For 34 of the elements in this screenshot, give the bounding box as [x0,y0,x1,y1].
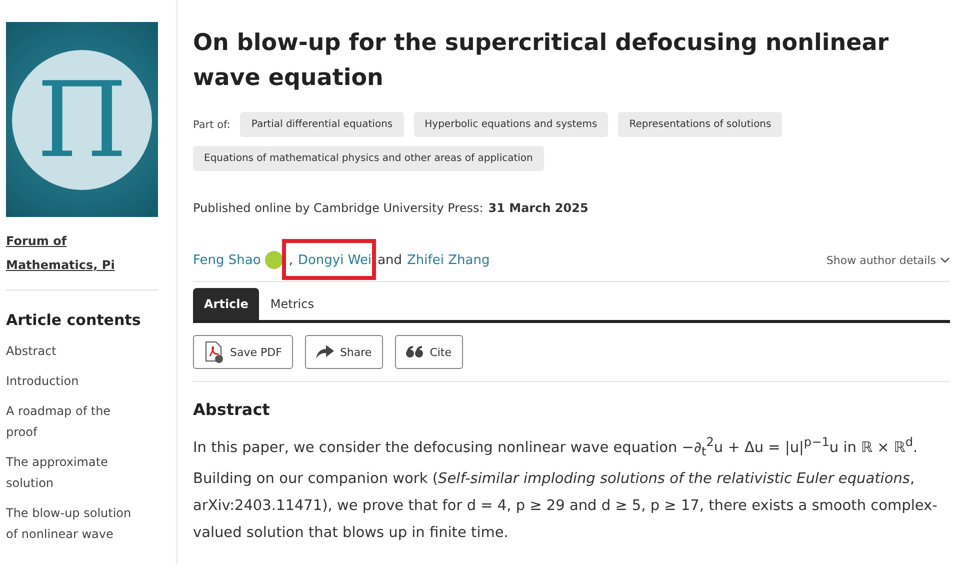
contents-link[interactable]: The approximate solution [6,452,141,494]
subject-tag[interactable]: Hyperbolic equations and systems [414,112,608,137]
abstract-text: In this paper, we consider the defocusing nonlinear wave equation −∂$_{t}$$^{2}$u + Δu = |u|$^{p−1}$u in ℝ × ℝ$^{d}$. Building on our companion work (Self-similar imploding solutions of the relativistic Euler equations, arXiv:2403.11471), we prove that for d = 4, p ≥ 29 and d ≥ 5, p ≥ 17, there exists a smooth complex-valued solution that blows up in finite time. [193,434,938,543]
published-label: Published online by Cambridge University Press: [193,201,484,215]
contents-heading: Article contents [6,311,142,329]
author-link[interactable]: Dongyi Wei [298,252,372,268]
contents-link[interactable]: Introduction [6,371,141,392]
quote-icon [406,346,424,358]
author-link[interactable]: Feng Shao [193,252,261,268]
contents-link[interactable]: Abstract [6,341,141,362]
subject-tag[interactable]: Partial differential equations [240,112,404,137]
cover-logo: Π [12,50,152,190]
abstract-heading: Abstract [193,400,271,419]
chevron-down-icon [940,257,950,263]
journal-link[interactable]: Forum of Mathematics, Pi [6,229,158,277]
orcid-icon[interactable] [264,251,283,269]
tab[interactable]: Article [193,288,260,320]
contents-link[interactable]: The blow-up solution of nonlinear wave [6,503,141,545]
pdf-icon [204,341,224,363]
subject-tag[interactable]: Representations of solutions [618,112,782,137]
subject-tag[interactable]: Equations of mathematical physics and other areas of application [193,146,544,171]
share-arrow-icon [316,345,334,359]
contents-link[interactable]: A roadmap of the proof [6,401,141,443]
tab[interactable]: Metrics [259,288,325,320]
part-of-label: Part of: [193,118,230,130]
article-title: On blow-up for the supercritical defocusing nonlinear wave equation [193,29,890,93]
author-link[interactable]: Zhifei Zhang [407,252,490,268]
author-separator: , [288,252,293,268]
author-details-link[interactable]: Show author details [826,254,950,266]
action-button[interactable]: Save PDF [193,335,293,369]
action-button[interactable]: Share [304,335,383,369]
published-date: 31 March 2025 [488,201,588,215]
author-separator: and [378,252,402,268]
action-button[interactable]: Cite [394,335,463,369]
